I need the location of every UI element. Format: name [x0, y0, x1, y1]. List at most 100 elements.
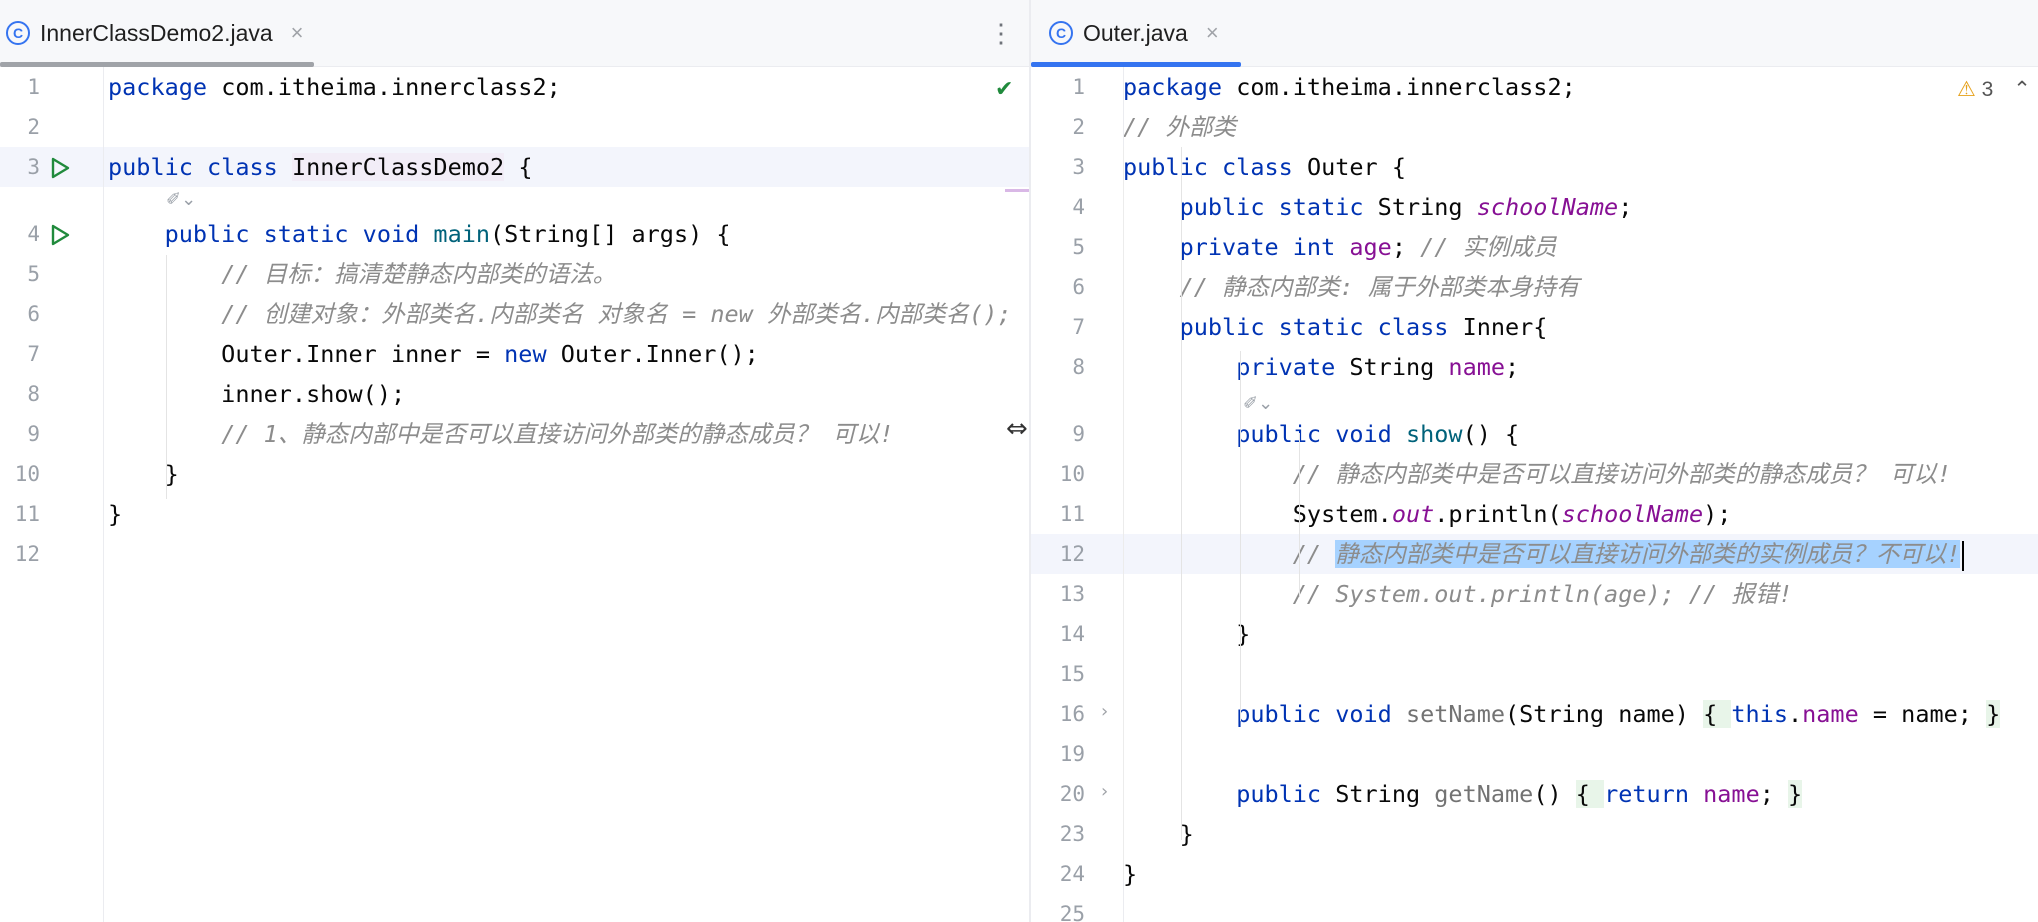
line-number[interactable]: 24: [1045, 854, 1085, 894]
line-number[interactable]: 13: [1045, 574, 1085, 614]
code-line[interactable]: 24}: [1031, 854, 2038, 894]
tab-outer[interactable]: C Outer.java ×: [1049, 0, 1219, 66]
more-options-icon[interactable]: ⋮: [988, 18, 1014, 49]
line-number[interactable]: 3: [1045, 147, 1085, 187]
code-line[interactable]: 12 // 静态内部类中是否可以直接访问外部类的实例成员？不可以!: [1031, 534, 2038, 574]
run-icon[interactable]: [49, 224, 71, 246]
line-number[interactable]: 6: [0, 294, 40, 334]
code-token: public static: [1179, 193, 1378, 221]
code-line[interactable]: 15: [1031, 654, 2038, 694]
line-number[interactable]: 11: [0, 494, 40, 534]
code-line[interactable]: 19: [1031, 734, 2038, 774]
code-line[interactable]: 4 public static void main(String[] args)…: [0, 214, 1029, 254]
line-number[interactable]: 15: [1045, 654, 1085, 694]
line-number[interactable]: 14: [1045, 614, 1085, 654]
code-text: // 外部类: [1123, 107, 1236, 147]
indent-guide: [1181, 147, 1182, 840]
chevron-up-icon[interactable]: ⌃: [2013, 78, 2031, 101]
line-number[interactable]: 1: [1045, 67, 1085, 107]
fold-expand-icon[interactable]: ›: [1101, 781, 1108, 802]
code-line[interactable]: 3 public class Outer {: [1031, 147, 2038, 187]
code-line[interactable]: 25: [1031, 894, 2038, 922]
inspection-widget[interactable]: ⚠ 3 ⌃: [1957, 77, 2031, 102]
code-line[interactable]: 20 public String getName() { return name…: [1031, 774, 2038, 814]
code-line[interactable]: 2: [0, 107, 1029, 147]
code-line[interactable]: 4 public static String schoolName;: [1031, 187, 2038, 227]
code-line[interactable]: 11 System.out.println(schoolName);: [1031, 494, 2038, 534]
inlay-hint-icon[interactable]: ✐⌄: [1243, 393, 1273, 414]
code-line[interactable]: 8 inner.show();: [0, 374, 1029, 414]
code-line[interactable]: 7 public static class Inner{: [1031, 307, 2038, 347]
code-line[interactable]: 9 // 1、静态内部中是否可以直接访问外部类的静态成员？ 可以!: [0, 414, 1029, 454]
line-number[interactable]: 5: [1045, 227, 1085, 267]
no-problems-check-icon[interactable]: ✔: [995, 77, 1013, 102]
code-line[interactable]: 11}: [0, 494, 1029, 534]
java-class-icon: C: [1049, 21, 1073, 45]
code-token: }: [1123, 860, 1138, 888]
code-text: private String name;: [1123, 347, 1519, 387]
code-line[interactable]: 10 }: [0, 454, 1029, 494]
fold-expand-icon[interactable]: ›: [1101, 701, 1108, 722]
line-number[interactable]: 8: [0, 374, 40, 414]
line-number[interactable]: 4: [1045, 187, 1085, 227]
right-code-editor[interactable]: 25 24} 23 } 20 public String getName() { re…: [1031, 67, 2038, 922]
line-number[interactable]: 7: [1045, 307, 1085, 347]
line-number[interactable]: 1: [0, 67, 40, 107]
line-number[interactable]: 10: [1045, 454, 1085, 494]
line-number[interactable]: 4: [0, 214, 40, 254]
close-icon[interactable]: ×: [291, 20, 304, 46]
line-number[interactable]: 16: [1045, 694, 1085, 734]
close-icon[interactable]: ×: [1206, 20, 1219, 46]
line-number[interactable]: 8: [1045, 347, 1085, 387]
line-number[interactable]: 10: [0, 454, 40, 494]
code-token: getName: [1434, 780, 1534, 808]
code-token: }: [108, 460, 179, 488]
code-line[interactable]: 16 public void setName(String name) { th…: [1031, 694, 2038, 734]
code-token: setName: [1405, 700, 1506, 728]
line-number[interactable]: 9: [0, 414, 40, 454]
line-number[interactable]: 9: [1045, 414, 1085, 454]
code-line[interactable]: 14 }: [1031, 614, 2038, 654]
code-token: private: [1236, 353, 1350, 381]
code-line[interactable]: 10 // 静态内部类中是否可以直接访问外部类的静态成员？ 可以!: [1031, 454, 2038, 494]
code-line[interactable]: 5 // 目标：搞清楚静态内部类的语法。: [0, 254, 1029, 294]
tab-innerclassdemo2[interactable]: C InnerClassDemo2.java ×: [6, 0, 304, 66]
code-line[interactable]: 1 package com.itheima.innerclass2;: [1031, 67, 2038, 107]
code-text: public static class Inner{: [1123, 307, 1548, 347]
inlay-hint-icon[interactable]: ✐⌄: [166, 189, 196, 210]
right-editor-pane: C Outer.java × 25 24} 23 } 20 public String…: [1031, 0, 2038, 922]
line-number[interactable]: 11: [1045, 494, 1085, 534]
code-line[interactable]: 23 }: [1031, 814, 2038, 854]
code-line[interactable]: 6 // 静态内部类: 属于外部类本身持有: [1031, 267, 2038, 307]
code-line[interactable]: 6 // 创建对象：外部类名.内部类名 对象名 = new 外部类名.内部类名(…: [0, 294, 1029, 334]
code-line[interactable]: 8 private String name;: [1031, 347, 2038, 387]
line-number[interactable]: 7: [0, 334, 40, 374]
code-line[interactable]: 5 private int age; // 实例成员: [1031, 227, 2038, 267]
code-line[interactable]: 13 // System.out.println(age); // 报错!: [1031, 574, 2038, 614]
line-number[interactable]: 12: [1045, 534, 1085, 574]
line-number[interactable]: 2: [0, 107, 40, 147]
code-line[interactable]: 7 Outer.Inner inner = new Outer.Inner();: [0, 334, 1029, 374]
line-number[interactable]: 25: [1045, 894, 1085, 922]
line-number[interactable]: 19: [1045, 734, 1085, 774]
code-line[interactable]: 2 // 外部类: [1031, 107, 2038, 147]
code-line[interactable]: 1 package com.itheima.innerclass2;: [0, 67, 1029, 107]
code-text: }: [108, 454, 179, 494]
code-line[interactable]: 9 public void show() {: [1031, 414, 2038, 454]
run-icon[interactable]: [49, 157, 71, 179]
line-number[interactable]: 5: [0, 254, 40, 294]
code-text: // 静态内部类: 属于外部类本身持有: [1123, 267, 1580, 307]
left-editor-pane: C InnerClassDemo2.java × ⋮ 12 11} 10 } 9 //…: [0, 0, 1029, 922]
left-code-editor[interactable]: 12 11} 10 } 9 // 1、静态内部中是否可以直接访问外部类的静态成员？ 可…: [0, 67, 1029, 922]
line-number[interactable]: 2: [1045, 107, 1085, 147]
line-number[interactable]: 3: [0, 147, 40, 187]
code-line[interactable]: 3 public class InnerClassDemo2 {: [0, 147, 1029, 187]
line-number[interactable]: 23: [1045, 814, 1085, 854]
code-line[interactable]: 12: [0, 534, 1029, 574]
line-number[interactable]: 6: [1045, 267, 1085, 307]
line-number[interactable]: 12: [0, 534, 40, 574]
line-number[interactable]: 20: [1045, 774, 1085, 814]
